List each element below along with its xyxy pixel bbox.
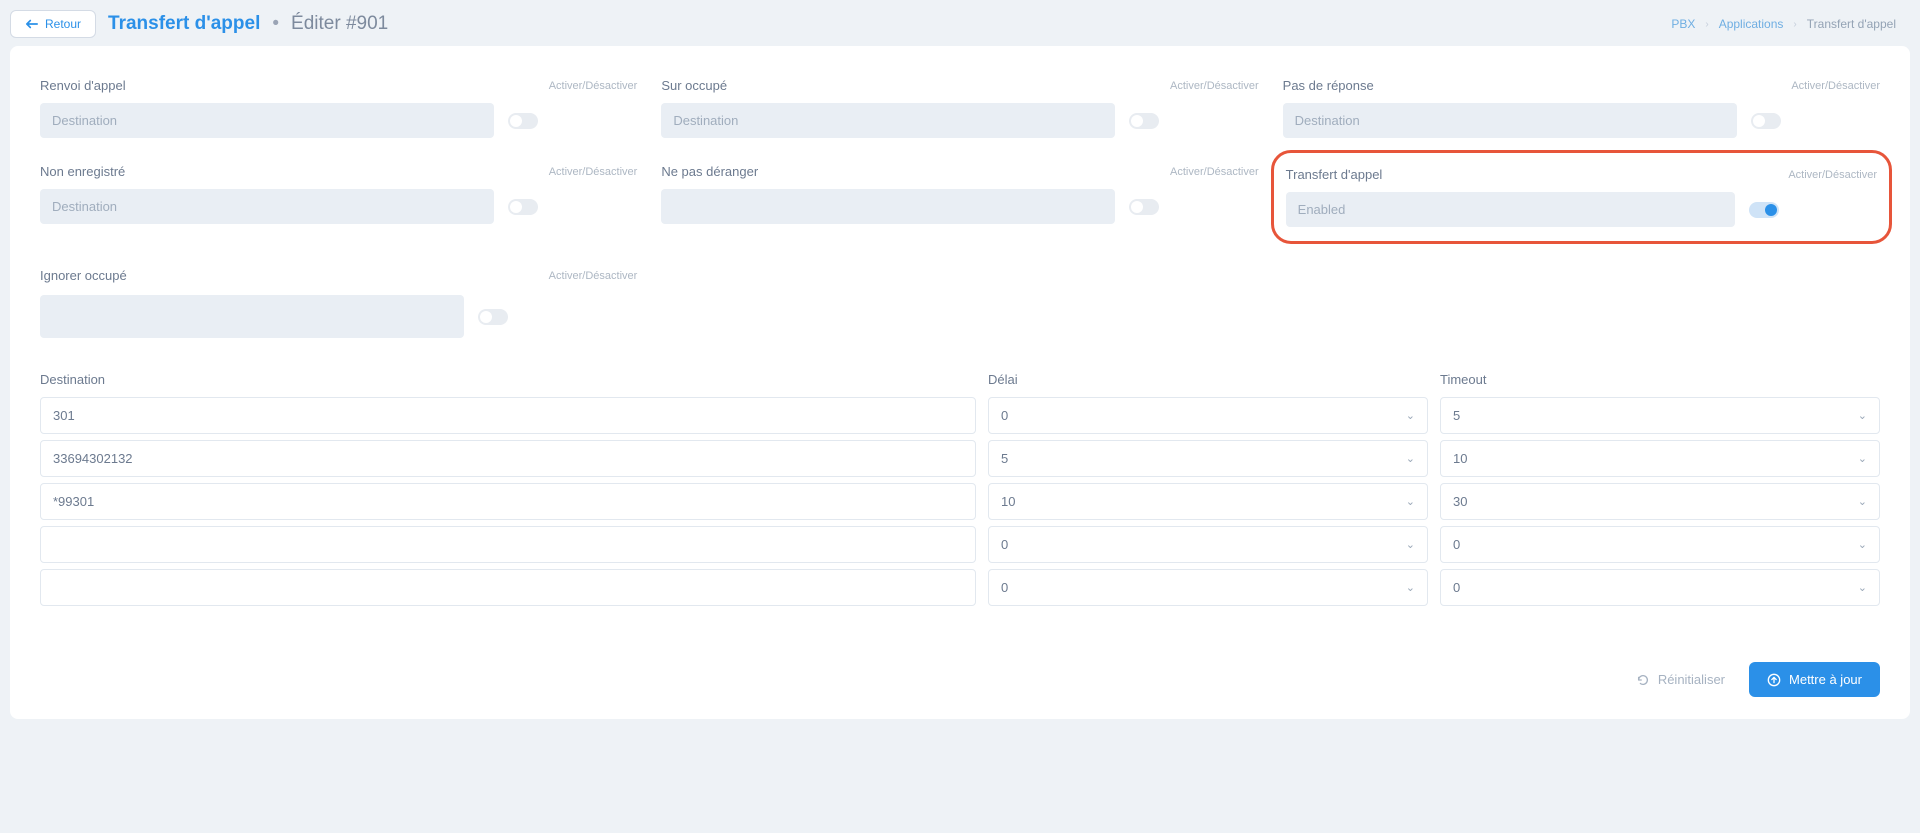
field-non-enregistre: Non enregistré Activer/Désactiver [40, 164, 637, 230]
delay-select[interactable]: 5⌄ [988, 440, 1428, 477]
table-row: 0⌄ 0⌄ [40, 569, 1880, 606]
field-ne-pas-deranger: Ne pas déranger Activer/Désactiver [661, 164, 1258, 230]
transfer-toggle[interactable] [1749, 202, 1779, 218]
field-transfert-appel: Transfert d'appel Activer/Désactiver [1283, 164, 1880, 230]
noanswer-input[interactable] [1283, 103, 1737, 138]
crumb-applications[interactable]: Applications [1719, 17, 1784, 31]
toggle-label: Activer/Désactiver [1788, 169, 1877, 181]
crumb-current: Transfert d'appel [1807, 17, 1896, 31]
update-label: Mettre à jour [1789, 672, 1862, 687]
crumb-pbx[interactable]: PBX [1671, 17, 1695, 31]
table-row: 0⌄ 5⌄ [40, 397, 1880, 434]
dnd-toggle[interactable] [1129, 199, 1159, 215]
chevron-down-icon: ⌄ [1858, 581, 1867, 594]
delay-select[interactable]: 0⌄ [988, 397, 1428, 434]
chevron-down-icon: ⌄ [1406, 581, 1415, 594]
field-ignorer-occupe: Ignorer occupé Activer/Désactiver [40, 268, 637, 338]
field-label: Pas de réponse [1283, 78, 1374, 93]
col-destination: Destination [40, 372, 976, 387]
ignore-toggle[interactable] [478, 309, 508, 325]
renvoi-input[interactable] [40, 103, 494, 138]
reset-button[interactable]: Réinitialiser [1636, 672, 1725, 687]
table-row: 0⌄ 0⌄ [40, 526, 1880, 563]
occupe-input[interactable] [661, 103, 1115, 138]
chevron-down-icon: ⌄ [1858, 452, 1867, 465]
back-label: Retour [45, 17, 81, 31]
destination-input[interactable] [40, 397, 976, 434]
chevron-down-icon: ⌄ [1858, 409, 1867, 422]
page-title: Transfert d'appel [108, 13, 260, 35]
timeout-select[interactable]: 0⌄ [1440, 526, 1880, 563]
timeout-select[interactable]: 0⌄ [1440, 569, 1880, 606]
timeout-select[interactable]: 10⌄ [1440, 440, 1880, 477]
title-separator: • [272, 13, 279, 35]
col-delai: Délai [988, 372, 1428, 387]
timeout-select[interactable]: 30⌄ [1440, 483, 1880, 520]
timeout-select[interactable]: 5⌄ [1440, 397, 1880, 434]
destination-input[interactable] [40, 526, 976, 563]
table-row: 5⌄ 10⌄ [40, 440, 1880, 477]
chevron-down-icon: ⌄ [1406, 452, 1415, 465]
breadcrumb: PBX › Applications › Transfert d'appel [1671, 17, 1910, 31]
transfer-input[interactable] [1286, 192, 1735, 227]
chevron-down-icon: ⌄ [1406, 409, 1415, 422]
chevron-down-icon: ⌄ [1406, 495, 1415, 508]
reset-label: Réinitialiser [1658, 672, 1725, 687]
field-label: Ignorer occupé [40, 268, 127, 283]
page-subtitle: Éditer #901 [291, 13, 388, 35]
field-label: Renvoi d'appel [40, 78, 126, 93]
arrow-left-icon [25, 18, 39, 30]
destination-input[interactable] [40, 440, 976, 477]
delay-select[interactable]: 0⌄ [988, 526, 1428, 563]
destination-input[interactable] [40, 483, 976, 520]
toggle-label: Activer/Désactiver [549, 80, 638, 92]
col-timeout: Timeout [1440, 372, 1880, 387]
field-sur-occupe: Sur occupé Activer/Désactiver [661, 78, 1258, 138]
toggle-label: Activer/Désactiver [1170, 80, 1259, 92]
field-label: Sur occupé [661, 78, 727, 93]
table-header: Destination Délai Timeout [40, 372, 1880, 387]
delay-select[interactable]: 0⌄ [988, 569, 1428, 606]
dnd-input[interactable] [661, 189, 1115, 224]
renvoi-toggle[interactable] [508, 113, 538, 129]
refresh-icon [1636, 673, 1650, 687]
chevron-down-icon: ⌄ [1406, 538, 1415, 551]
destination-input[interactable] [40, 569, 976, 606]
back-button[interactable]: Retour [10, 10, 96, 38]
delay-select[interactable]: 10⌄ [988, 483, 1428, 520]
toggle-label: Activer/Désactiver [1791, 80, 1880, 92]
update-button[interactable]: Mettre à jour [1749, 662, 1880, 697]
nonenreg-toggle[interactable] [508, 199, 538, 215]
field-renvoi-appel: Renvoi d'appel Activer/Désactiver [40, 78, 637, 138]
table-row: 10⌄ 30⌄ [40, 483, 1880, 520]
nonenreg-input[interactable] [40, 189, 494, 224]
field-label: Ne pas déranger [661, 164, 758, 179]
toggle-label: Activer/Désactiver [549, 166, 638, 178]
upload-icon [1767, 673, 1781, 687]
toggle-label: Activer/Désactiver [1170, 166, 1259, 178]
chevron-down-icon: ⌄ [1858, 495, 1867, 508]
field-pas-reponse: Pas de réponse Activer/Désactiver [1283, 78, 1880, 138]
noanswer-toggle[interactable] [1751, 113, 1781, 129]
chevron-down-icon: ⌄ [1858, 538, 1867, 551]
occupe-toggle[interactable] [1129, 113, 1159, 129]
field-label: Transfert d'appel [1286, 167, 1383, 182]
toggle-label: Activer/Désactiver [549, 270, 638, 282]
field-label: Non enregistré [40, 164, 125, 179]
ignore-input[interactable] [40, 295, 464, 338]
